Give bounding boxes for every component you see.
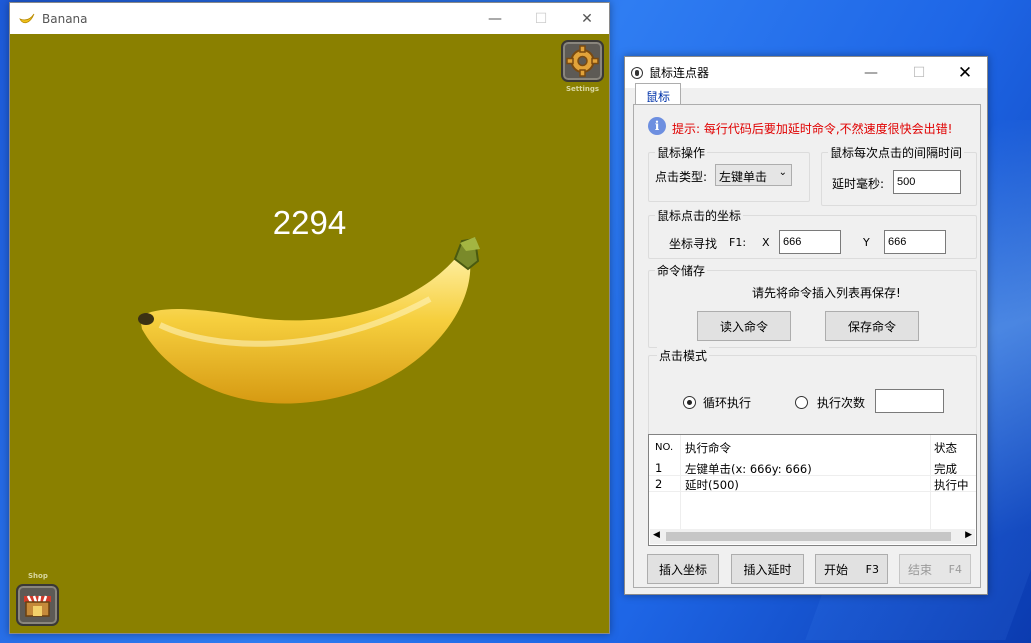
- stop-hotkey: F4: [948, 562, 962, 576]
- banana-titlebar: Banana — ☐ ✕: [10, 3, 609, 34]
- storage-group: 命令储存 请先将命令插入列表再保存! 读入命令 保存命令: [648, 262, 977, 348]
- horizontal-scrollbar[interactable]: ◀ ▶: [650, 529, 975, 544]
- mouse-app-icon: [631, 66, 643, 79]
- interval-group: 鼠标每次点击的间隔时间 延时毫秒:: [821, 144, 977, 206]
- table-row[interactable]: 2 延时(500) 执行中: [649, 476, 976, 492]
- shop-button[interactable]: [16, 584, 59, 626]
- start-hotkey: F3: [865, 562, 879, 576]
- maximize-button[interactable]: ☐: [518, 3, 564, 34]
- storage-hint: 请先将命令插入列表再保存!: [752, 286, 901, 300]
- clicker-window: 鼠标连点器 — ☐ ✕ 鼠标 i 提示: 每行代码后要加延时命令,不然速度很快会…: [624, 56, 988, 595]
- mode-label: 点击模式: [657, 347, 710, 364]
- count-label: 执行次数: [817, 396, 866, 410]
- scroll-left-icon[interactable]: ◀: [653, 530, 660, 540]
- tab-strip: 鼠标: [633, 83, 981, 105]
- row-status: 执行中: [934, 478, 969, 492]
- tab-mouse[interactable]: 鼠标: [635, 83, 681, 105]
- coords-label: 鼠标点击的坐标: [655, 207, 744, 224]
- shop-label: Shop: [28, 572, 48, 580]
- read-commands-button[interactable]: 读入命令: [697, 311, 791, 341]
- x-input[interactable]: [779, 230, 841, 254]
- banana-title: Banana: [42, 11, 88, 26]
- loop-radio[interactable]: [683, 396, 696, 409]
- command-list[interactable]: NO. 执行命令 状态 1 左键单击(x: 666y: 666) 完成 2 延时…: [648, 434, 977, 546]
- scroll-thumb[interactable]: [666, 532, 951, 541]
- chevron-down-icon: ⌄: [778, 167, 787, 178]
- info-icon: i: [648, 117, 666, 135]
- row-command: 左键单击(x: 666y: 666): [685, 462, 812, 476]
- insert-coord-button[interactable]: 插入坐标: [647, 554, 719, 584]
- header-no: NO.: [655, 442, 674, 453]
- storage-label: 命令储存: [655, 262, 708, 279]
- start-button[interactable]: 开始 F3: [815, 554, 888, 584]
- click-type-label: 点击类型:: [655, 170, 708, 184]
- save-commands-button[interactable]: 保存命令: [825, 311, 919, 341]
- game-area: Settings 2294 Shop: [10, 34, 609, 633]
- clicker-title: 鼠标连点器: [649, 66, 710, 80]
- row-status: 完成: [934, 462, 957, 476]
- scroll-right-icon[interactable]: ▶: [965, 530, 972, 540]
- y-label: Y: [863, 236, 870, 249]
- click-type-value: 左键单击: [719, 170, 768, 184]
- coords-group: 鼠标点击的坐标 坐标寻找 F1: X Y: [648, 207, 977, 259]
- settings-button[interactable]: [561, 40, 604, 82]
- banana-app-icon: [19, 13, 35, 23]
- mode-group: 点击模式 循环执行 执行次数: [648, 347, 977, 437]
- hotkey-label: F1:: [729, 236, 747, 249]
- stop-button[interactable]: 结束 F4: [899, 554, 971, 584]
- settings-label: Settings: [566, 85, 600, 93]
- header-command: 执行命令: [685, 441, 731, 455]
- tip-text: 提示: 每行代码后要加延时命令,不然速度很快会出错!: [672, 122, 953, 136]
- start-label: 开始: [824, 562, 849, 577]
- click-type-select[interactable]: 左键单击 ⌄: [715, 164, 792, 186]
- delay-ms-label: 延时毫秒:: [832, 177, 885, 191]
- x-label: X: [762, 236, 770, 249]
- row-no: 2: [655, 477, 663, 491]
- count-input[interactable]: [875, 389, 944, 413]
- header-status: 状态: [934, 441, 957, 455]
- minimize-button[interactable]: —: [472, 3, 518, 34]
- row-command: 延时(500): [685, 478, 739, 492]
- y-input[interactable]: [884, 230, 946, 254]
- mouse-op-group: 鼠标操作 点击类型: 左键单击 ⌄: [648, 144, 810, 202]
- close-button[interactable]: ✕: [564, 3, 610, 34]
- stop-label: 结束: [908, 562, 933, 577]
- loop-label: 循环执行: [703, 396, 752, 410]
- table-header: NO. 执行命令 状态: [649, 439, 976, 457]
- table-row[interactable]: 1 左键单击(x: 666y: 666) 完成: [649, 460, 976, 476]
- mouse-op-label: 鼠标操作: [655, 144, 708, 161]
- banana-clickable[interactable]: [130, 229, 490, 439]
- banana-window: Banana — ☐ ✕ Settings 2294 Shop: [9, 2, 610, 634]
- gear-icon: [566, 45, 599, 77]
- coord-find-label: 坐标寻找: [669, 237, 718, 251]
- interval-label: 鼠标每次点击的间隔时间: [828, 144, 965, 161]
- count-radio[interactable]: [795, 396, 808, 409]
- shop-stall-icon: [24, 595, 51, 617]
- row-no: 1: [655, 461, 663, 475]
- delay-ms-input[interactable]: [893, 170, 961, 194]
- insert-delay-button[interactable]: 插入延时: [731, 554, 804, 584]
